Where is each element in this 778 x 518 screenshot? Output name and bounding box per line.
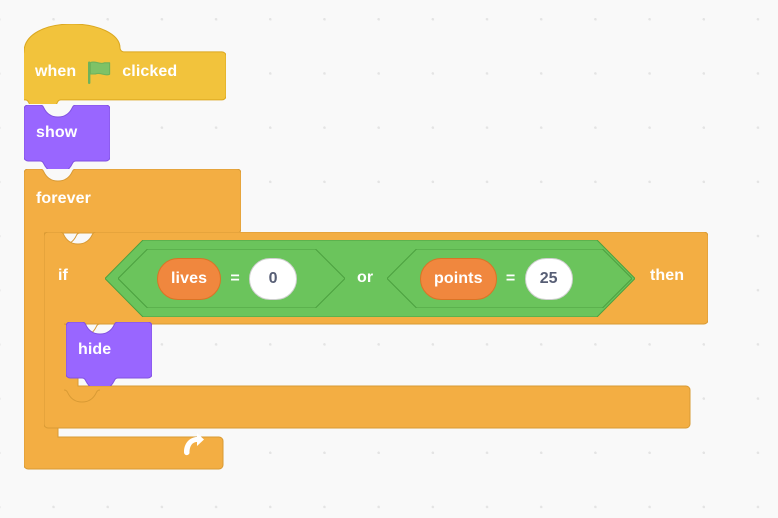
when-label: when xyxy=(35,63,77,80)
block-workspace-canvas[interactable]: forever if then or lives = 0 points = 25… xyxy=(0,0,778,518)
variable-reporter-lives-label: lives xyxy=(171,269,208,287)
green-flag-icon xyxy=(88,60,111,84)
when-flag-clicked-block[interactable]: when clicked xyxy=(24,24,226,104)
if-label: if xyxy=(58,267,68,284)
show-label: show xyxy=(36,124,78,141)
hide-block[interactable]: hide xyxy=(66,322,152,386)
operator-equals-block-lives[interactable]: lives = 0 xyxy=(117,248,346,309)
or-label: or xyxy=(357,269,374,286)
number-input-lives[interactable]: 0 xyxy=(249,257,298,300)
then-label: then xyxy=(650,267,685,284)
number-input-points[interactable]: 25 xyxy=(524,257,573,300)
operator-equals-block-points[interactable]: points = 25 xyxy=(386,248,633,309)
equals-sign-points: = xyxy=(505,269,516,287)
hide-label: hide xyxy=(78,341,112,358)
loop-arrow-icon xyxy=(183,433,204,456)
clicked-label: clicked xyxy=(122,63,178,80)
forever-label: forever xyxy=(36,190,91,207)
equals-sign-lives: = xyxy=(230,269,240,287)
variable-reporter-lives[interactable]: lives xyxy=(157,257,222,300)
show-block[interactable]: show xyxy=(24,105,110,169)
variable-reporter-points-label: points xyxy=(434,269,483,287)
variable-reporter-points[interactable]: points xyxy=(420,257,497,300)
